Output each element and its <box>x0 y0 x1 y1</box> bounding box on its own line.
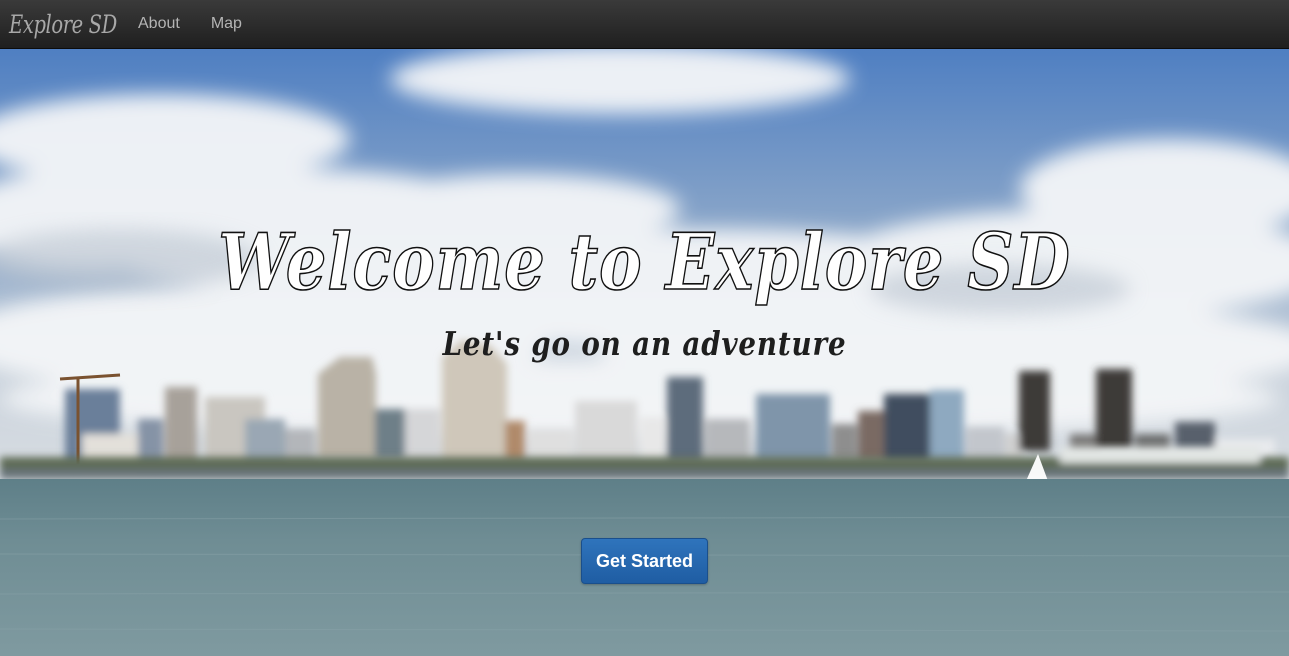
landing-page: Explore SD About Map Welcome to Explore … <box>0 0 1289 656</box>
brand-logo-link[interactable]: Explore SD <box>9 10 117 39</box>
get-started-button[interactable]: Get Started <box>581 538 708 584</box>
hero-title: Welcome to Explore SD <box>218 217 1071 309</box>
nav-link-map[interactable]: Map <box>211 15 242 33</box>
nav-link-about[interactable]: About <box>138 15 180 33</box>
top-navbar: Explore SD About Map <box>0 0 1289 49</box>
hero-subtitle: Let's go on an adventure <box>442 324 847 364</box>
